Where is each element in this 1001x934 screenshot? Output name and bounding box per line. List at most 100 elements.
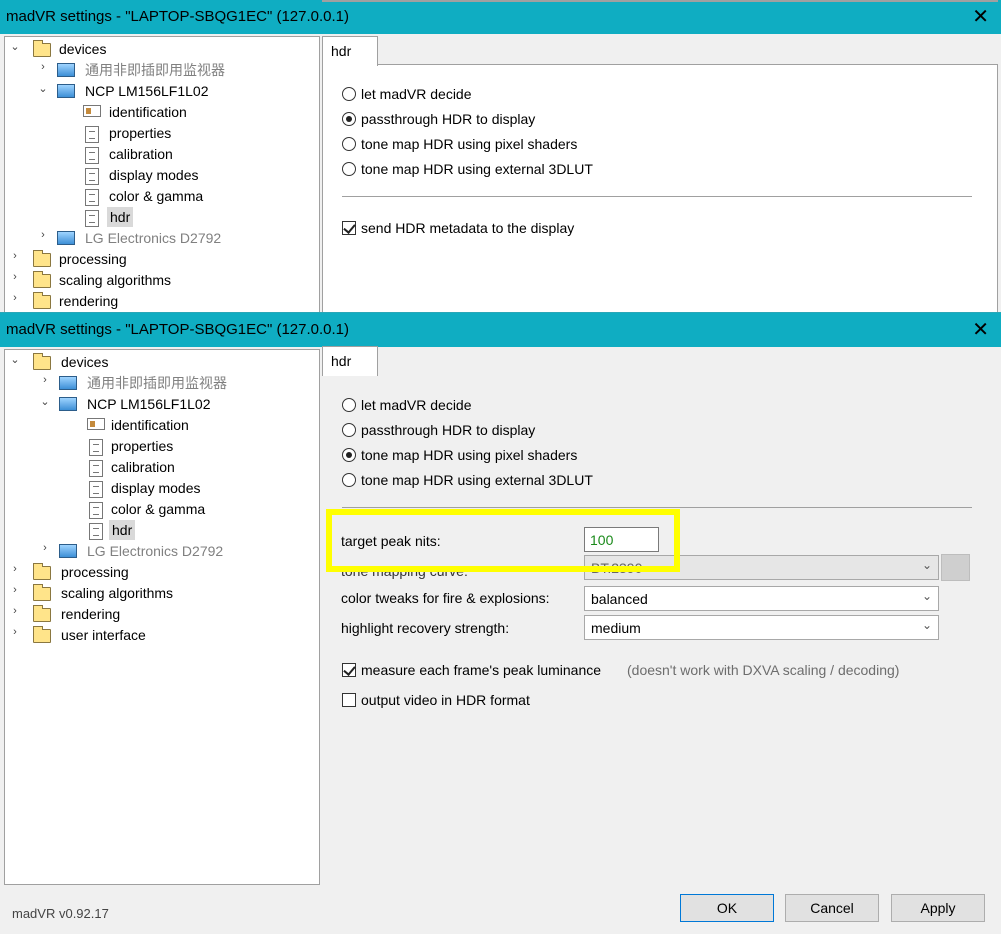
chevron-right-icon[interactable]: › [9, 271, 21, 283]
tab-hdr[interactable]: hdr [322, 36, 378, 66]
page-icon [89, 502, 103, 519]
chevron-right-icon[interactable]: › [37, 229, 49, 241]
tree-item-hdr[interactable]: hdr [107, 207, 134, 227]
chevron-down-icon[interactable]: ⌄ [39, 395, 51, 408]
tree-item-lg-monitor[interactable]: LG Electronics D2792 [85, 228, 221, 248]
settings-window-back: madVR settings - "LAPTOP-SBQG1EC" (127.0… [0, 0, 1001, 312]
radio-circle[interactable] [342, 448, 356, 462]
folder-icon [33, 626, 51, 643]
monitor-icon [57, 63, 75, 77]
settings-tree[interactable]: ⌄ devices › 通用非即插即用监视器 ⌄ NCP LM156LF1L02… [4, 36, 320, 312]
hdr-panel [322, 0, 998, 2]
tree-item-lg-monitor[interactable]: LG Electronics D2792 [87, 541, 223, 561]
tree-item-calibration[interactable]: calibration [109, 144, 173, 164]
tree-item-processing[interactable]: processing [61, 562, 129, 582]
tree-item-display-modes[interactable]: display modes [111, 478, 201, 498]
color-tweaks-select[interactable]: balanced ⌄ [584, 586, 939, 611]
checkbox-box[interactable] [342, 693, 356, 707]
checkbox-box[interactable] [342, 663, 356, 677]
target-peak-input[interactable]: 100 [584, 527, 659, 552]
tree-item-devices[interactable]: devices [59, 39, 106, 59]
folder-icon [33, 250, 51, 267]
chevron-down-icon[interactable]: ⌄ [37, 82, 49, 95]
title-bar: madVR settings - "LAPTOP-SBQG1EC" (127.0… [0, 0, 1001, 34]
folder-icon [33, 584, 51, 601]
radio-circle[interactable] [342, 87, 356, 101]
tree-item-properties[interactable]: properties [111, 436, 173, 456]
folder-icon [33, 40, 51, 57]
tree-item-display-modes[interactable]: display modes [109, 165, 199, 185]
tone-curve-select[interactable]: BT.2390 ⌄ [584, 555, 939, 580]
folder-icon [33, 271, 51, 288]
select-value: BT.2390 [591, 560, 643, 576]
tree-item-identification[interactable]: identification [109, 102, 187, 122]
tree-item-scaling[interactable]: scaling algorithms [59, 270, 171, 290]
window-title: madVR settings - "LAPTOP-SBQG1EC" (127.0… [6, 321, 350, 338]
chevron-right-icon[interactable]: › [9, 563, 21, 575]
radio-circle[interactable] [342, 423, 356, 437]
cancel-button[interactable]: Cancel [785, 894, 879, 922]
tree-item-scaling[interactable]: scaling algorithms [61, 583, 173, 603]
highlight-label: highlight recovery strength: [341, 620, 510, 636]
curve-settings-button[interactable] [941, 554, 970, 581]
checkbox-label: output video in HDR format [361, 692, 530, 708]
chevron-right-icon[interactable]: › [9, 292, 21, 304]
tree-item-user-interface[interactable]: user interface [61, 625, 146, 645]
chevron-right-icon[interactable]: › [37, 61, 49, 73]
tree-item-rendering[interactable]: rendering [61, 604, 120, 624]
checkbox-label: send HDR metadata to the display [361, 220, 575, 236]
tab-hdr[interactable]: hdr [322, 346, 378, 376]
tree-item-rendering[interactable]: rendering [59, 291, 118, 311]
chevron-right-icon[interactable]: › [9, 584, 21, 596]
radio-label: tone map HDR using external 3DLUT [361, 472, 593, 488]
folder-icon [33, 605, 51, 622]
chevron-down-icon: ⌄ [921, 558, 932, 572]
chevron-down-icon[interactable]: ⌄ [9, 353, 21, 366]
select-value: medium [591, 620, 641, 636]
chevron-right-icon[interactable]: › [39, 374, 51, 386]
select-value: balanced [591, 591, 648, 607]
close-icon[interactable]: ✕ [972, 317, 989, 342]
settings-tree[interactable]: ⌄ devices › 通用非即插即用监视器 ⌄ NCP LM156LF1L02… [4, 349, 320, 885]
page-icon [89, 439, 103, 456]
tree-item-hdr[interactable]: hdr [109, 520, 136, 540]
tree-item-color-gamma[interactable]: color & gamma [109, 186, 203, 206]
monitor-icon [57, 231, 75, 245]
chevron-right-icon[interactable]: › [9, 626, 21, 638]
page-icon [85, 147, 99, 164]
chevron-right-icon[interactable]: › [9, 250, 21, 262]
highlight-select[interactable]: medium ⌄ [584, 615, 939, 640]
tree-item-identification[interactable]: identification [111, 415, 189, 435]
tree-item-ncp-monitor[interactable]: NCP LM156LF1L02 [85, 81, 208, 101]
monitor-icon [59, 376, 77, 390]
radio-label: passthrough HDR to display [361, 422, 536, 438]
tone-curve-label: tone mapping curve: [341, 563, 468, 579]
checkbox-box[interactable] [342, 221, 356, 235]
radio-circle[interactable] [342, 162, 356, 176]
page-icon [89, 481, 103, 498]
chevron-down-icon[interactable]: ⌄ [9, 40, 21, 53]
chevron-right-icon[interactable]: › [9, 605, 21, 617]
radio-circle[interactable] [342, 473, 356, 487]
tree-item-properties[interactable]: properties [109, 123, 171, 143]
page-icon [85, 168, 99, 185]
tree-item-devices[interactable]: devices [61, 352, 108, 372]
tree-item-ncp-monitor[interactable]: NCP LM156LF1L02 [87, 394, 210, 414]
chevron-down-icon: ⌄ [921, 589, 932, 603]
chevron-right-icon[interactable]: › [39, 542, 51, 554]
apply-button[interactable]: Apply [891, 894, 985, 922]
radio-circle[interactable] [342, 398, 356, 412]
page-icon [89, 460, 103, 477]
radio-circle[interactable] [342, 112, 356, 126]
tree-item-processing[interactable]: processing [59, 249, 127, 269]
ok-button[interactable]: OK [680, 894, 774, 922]
tree-item-color-gamma[interactable]: color & gamma [111, 499, 205, 519]
page-icon [89, 523, 103, 540]
radio-circle[interactable] [342, 137, 356, 151]
close-icon[interactable]: ✕ [972, 4, 989, 29]
tree-item-calibration[interactable]: calibration [111, 457, 175, 477]
tree-item-generic-monitor[interactable]: 通用非即插即用监视器 [87, 373, 227, 393]
tree-item-generic-monitor[interactable]: 通用非即插即用监视器 [85, 60, 225, 80]
target-peak-label: target peak nits: [341, 533, 441, 549]
radio-label: tone map HDR using pixel shaders [361, 136, 578, 152]
